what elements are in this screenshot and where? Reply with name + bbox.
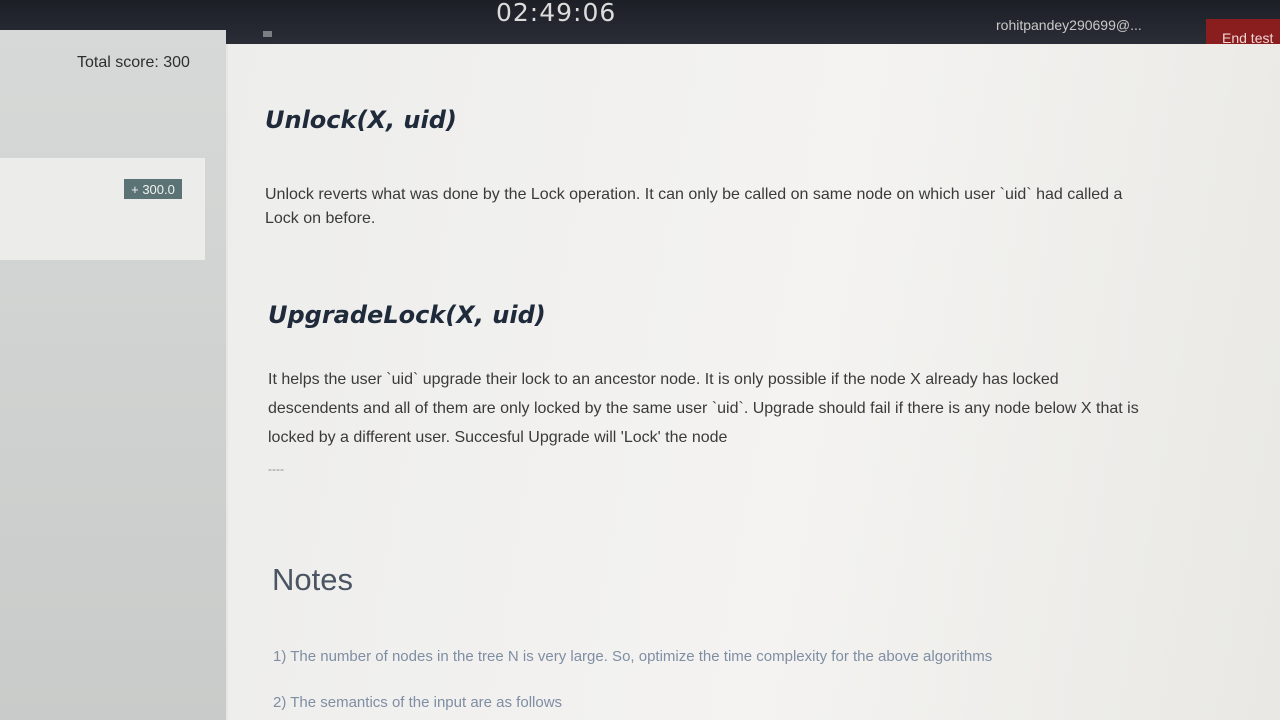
question-score-badge: + 300.0 xyxy=(124,179,182,199)
test-timer: 02:49:06 xyxy=(496,0,617,27)
note-item-2: 2) The semantics of the input are as fol… xyxy=(273,694,563,711)
upgradelock-description-line-1: It helps the user `uid` upgrade their lo… xyxy=(268,371,1059,388)
notes-heading: Notes xyxy=(272,562,353,597)
user-email[interactable]: rohitpandey290699@... xyxy=(996,17,1142,33)
panel-top-accent xyxy=(263,31,272,37)
total-score: Total score: 300 xyxy=(77,54,190,71)
upgradelock-description-line-3: locked by a different user. Succesful Up… xyxy=(268,429,728,446)
upgradelock-heading: UpgradeLock(X, uid) xyxy=(268,301,546,329)
unlock-description-line-1: Unlock reverts what was done by the Lock… xyxy=(265,186,1123,203)
unlock-heading: Unlock(X, uid) xyxy=(265,106,457,134)
question-list-item[interactable]: + 300.0 xyxy=(0,158,205,260)
section-divider: ---- xyxy=(268,462,284,476)
note-item-1: 1) The number of nodes in the tree N is … xyxy=(273,648,993,665)
question-sidebar: Total score: 300 + 300.0 xyxy=(0,30,226,720)
upgradelock-description-line-2: descendents and all of them are only loc… xyxy=(268,400,1139,417)
unlock-description-line-2: Lock on before. xyxy=(265,210,376,227)
